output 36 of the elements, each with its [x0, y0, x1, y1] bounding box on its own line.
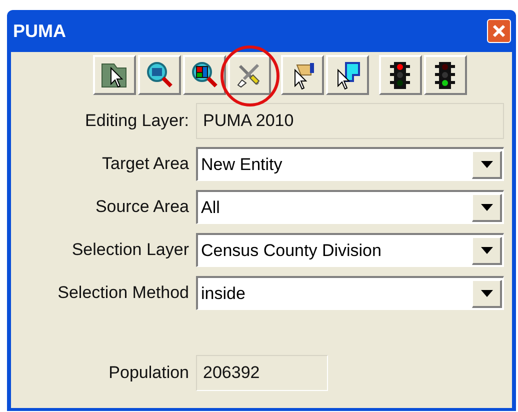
- dropdown-field[interactable]: Census County Division: [196, 233, 504, 267]
- dropdown-value: inside: [200, 282, 246, 305]
- toolbar-button[interactable]: [138, 55, 180, 95]
- field-label: Population: [108, 362, 189, 384]
- close-button[interactable]: [487, 19, 511, 43]
- readonly-field: 206392: [196, 355, 328, 391]
- dropdown-arrow-button[interactable]: [472, 236, 502, 264]
- dropdown-value: Census County Division: [200, 240, 382, 262]
- zoom-icon: [189, 60, 219, 90]
- readonly-field: PUMA 2010: [196, 103, 504, 139]
- caret-icon: [480, 160, 492, 168]
- dropdown-arrow-button[interactable]: [472, 280, 502, 308]
- dropdown-value: New Entity: [200, 154, 284, 176]
- close-icon: [492, 24, 506, 38]
- field-label: Source Area: [94, 196, 189, 218]
- field-label: Selection Method: [56, 282, 189, 304]
- caret-icon: [480, 246, 492, 254]
- toolbar-button[interactable]: [280, 55, 324, 95]
- dropdown-field[interactable]: New Entity: [196, 147, 504, 181]
- toolbar-button[interactable]: [326, 55, 368, 95]
- window-title: PUMA: [13, 20, 66, 42]
- toolbar-button[interactable]: [92, 55, 136, 95]
- dropdown-field[interactable]: inside: [196, 276, 504, 310]
- field-label: Editing Layer:: [84, 110, 189, 132]
- caret-icon: [480, 204, 492, 210]
- field-label: Selection Layer: [70, 239, 189, 262]
- dropdown-field[interactable]: All: [196, 190, 504, 224]
- field-label: Target Area: [101, 153, 189, 176]
- toolbar-button[interactable]: [378, 55, 422, 95]
- toolbar-button[interactable]: [182, 55, 226, 95]
- toolbar-button[interactable]: [424, 55, 466, 95]
- zoom-icon: [144, 60, 174, 90]
- caret-icon: [480, 290, 492, 296]
- dropdown-arrow-button[interactable]: [472, 150, 502, 178]
- dropdown-arrow-button[interactable]: [472, 194, 502, 222]
- dropdown-value: All: [200, 196, 221, 219]
